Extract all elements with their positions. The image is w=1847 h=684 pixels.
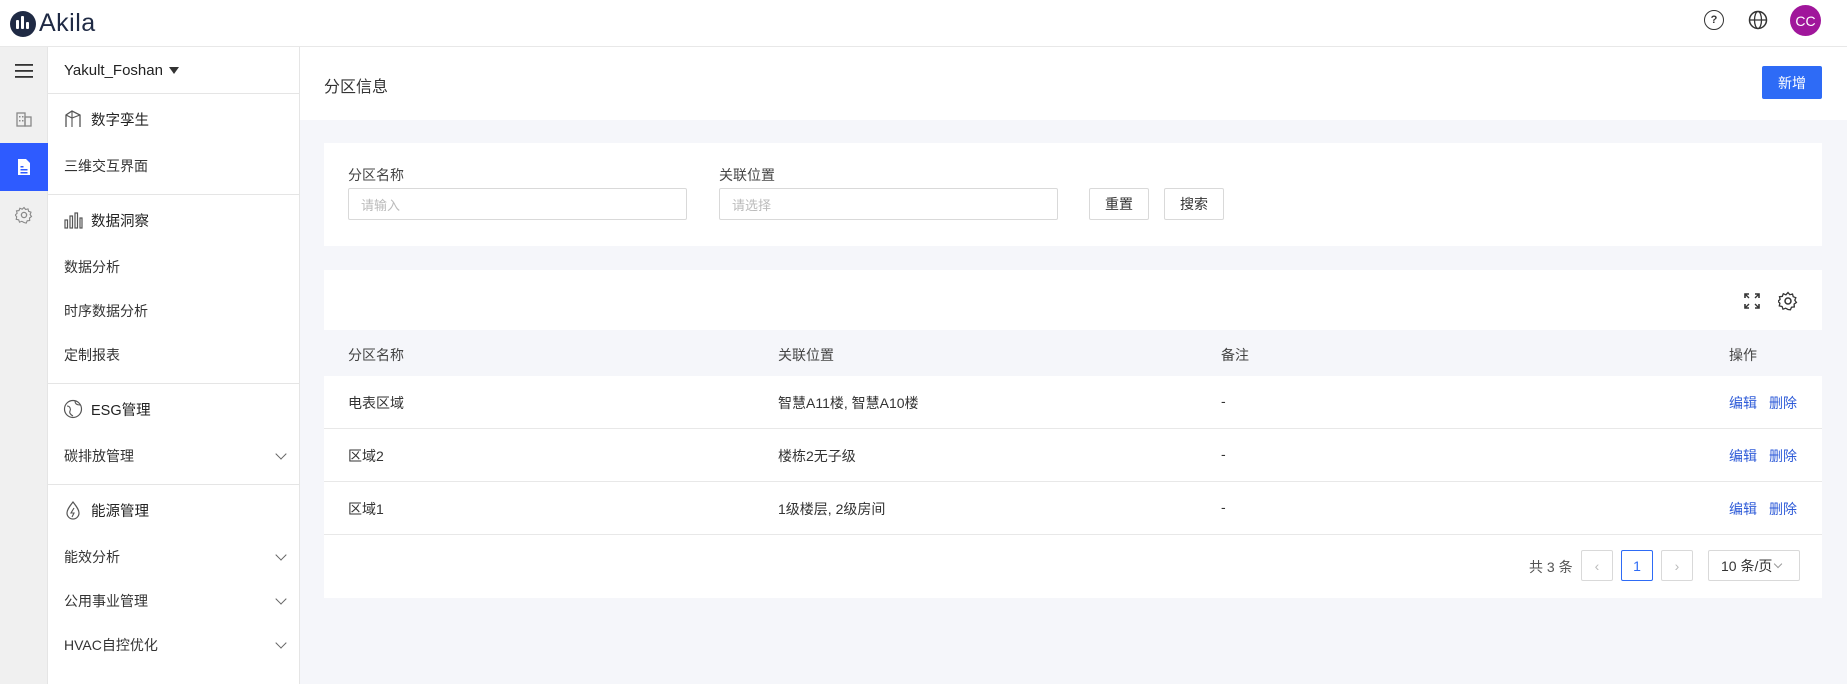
- edit-link[interactable]: 编辑: [1729, 499, 1757, 519]
- location-select[interactable]: 请选择: [719, 188, 1058, 220]
- reset-button[interactable]: 重置: [1089, 188, 1149, 220]
- page-title: 分区信息: [324, 79, 389, 96]
- prev-page-button[interactable]: ‹: [1581, 550, 1613, 581]
- energy-drop-icon: [66, 501, 80, 520]
- brand-name: Akila: [39, 9, 96, 37]
- table-settings-icon[interactable]: [1777, 291, 1798, 314]
- chevron-down-icon: [1774, 559, 1783, 568]
- delete-link[interactable]: 删除: [1769, 499, 1797, 519]
- org-selector[interactable]: Yakult_Foshan: [48, 47, 299, 94]
- zone-name-cell: 区域2: [348, 448, 384, 464]
- add-button[interactable]: 新增: [1762, 66, 1822, 99]
- nav-item-timeseries-analysis[interactable]: 时序数据分析: [48, 289, 299, 333]
- nav-group-data-insight: 数据洞察 数据分析 时序数据分析 定制报表: [48, 195, 299, 384]
- chevron-down-icon: [275, 448, 287, 460]
- zone-name-label: 分区名称: [348, 167, 404, 183]
- chevron-down-icon: [275, 637, 287, 649]
- remark-cell: -: [1221, 499, 1226, 515]
- brand-logo[interactable]: Akila: [10, 9, 96, 38]
- zone-name-cell: 区域1: [348, 501, 384, 517]
- bar-chart-icon: [64, 212, 83, 229]
- org-name: Yakult_Foshan: [64, 61, 163, 79]
- table-panel: 分区名称 关联位置 备注 操作 电表区域 智慧A11楼, 智慧A10楼 - 编辑…: [324, 270, 1822, 598]
- user-avatar[interactable]: CC: [1790, 5, 1821, 36]
- delete-link[interactable]: 删除: [1769, 446, 1797, 466]
- column-header[interactable]: 分区名称: [348, 345, 404, 365]
- gear-icon[interactable]: [0, 191, 48, 239]
- location-cell: 楼栋2无子级: [778, 448, 856, 464]
- page-number-button[interactable]: 1: [1621, 550, 1653, 581]
- nav-group-title: 数字孪生: [48, 94, 299, 144]
- nav-item-carbon-management[interactable]: 碳排放管理: [48, 434, 299, 478]
- nav-group-digital-twin: 数字孪生 三维交互界面: [48, 94, 299, 195]
- caret-down-icon: [168, 66, 179, 74]
- buildings-icon[interactable]: [0, 95, 48, 143]
- nav-item-efficiency-analysis[interactable]: 能效分析: [48, 535, 299, 579]
- nav-item-utility-management[interactable]: 公用事业管理: [48, 579, 299, 623]
- search-button[interactable]: 搜索: [1164, 188, 1224, 220]
- next-page-button[interactable]: ›: [1661, 550, 1693, 581]
- column-header[interactable]: 关联位置: [778, 345, 834, 365]
- nav-item-3d-interface[interactable]: 三维交互界面: [48, 144, 299, 188]
- help-icon[interactable]: ?: [1704, 10, 1724, 30]
- nav-group-title: 能源管理: [48, 485, 299, 535]
- remark-cell: -: [1221, 393, 1226, 409]
- chevron-down-icon: [275, 593, 287, 605]
- location-cell: 智慧A11楼, 智慧A10楼: [778, 395, 919, 411]
- document-icon[interactable]: [0, 143, 48, 191]
- column-header[interactable]: 备注: [1221, 345, 1249, 365]
- nav-group-title: 数据洞察: [48, 195, 299, 245]
- delete-link[interactable]: 删除: [1769, 393, 1797, 413]
- icon-rail: [0, 47, 48, 684]
- fullscreen-icon[interactable]: [1743, 292, 1761, 313]
- page-header: 分区信息 新增: [300, 47, 1847, 120]
- table-row: 电表区域 智慧A11楼, 智慧A10楼 - 编辑 删除: [324, 376, 1822, 429]
- nav-group-esg: ESG管理 碳排放管理: [48, 384, 299, 485]
- edit-link[interactable]: 编辑: [1729, 446, 1757, 466]
- location-cell: 1级楼层, 2级房间: [778, 501, 886, 517]
- nav-item-custom-reports[interactable]: 定制报表: [48, 333, 299, 377]
- menu-toggle-icon[interactable]: [0, 47, 48, 95]
- sidebar: Yakult_Foshan 数字孪生 三维交互界面 数据洞察 数据分析 时序数据…: [48, 47, 300, 684]
- nav-group-title: ESG管理: [48, 384, 299, 434]
- zone-name-input[interactable]: 请输入: [348, 188, 687, 220]
- top-bar: Akila ? CC: [0, 0, 1847, 47]
- table-header: 分区名称 关联位置 备注 操作: [324, 330, 1822, 376]
- edit-link[interactable]: 编辑: [1729, 393, 1757, 413]
- table-row: 区域1 1级楼层, 2级房间 - 编辑 删除: [324, 482, 1822, 535]
- total-count: 共 3 条: [1529, 559, 1573, 575]
- globe-leaf-icon: [63, 399, 83, 419]
- filter-panel: 分区名称 请输入 关联位置 请选择 重置 搜索: [324, 143, 1822, 246]
- chevron-down-icon: [275, 549, 287, 561]
- table-row: 区域2 楼栋2无子级 - 编辑 删除: [324, 429, 1822, 482]
- column-header: 操作: [1729, 347, 1757, 363]
- logo-mark-icon: [10, 10, 36, 37]
- location-label: 关联位置: [719, 167, 775, 183]
- globe-icon[interactable]: [1748, 10, 1768, 33]
- building-model-icon: [65, 110, 81, 127]
- nav-item-hvac-optimization[interactable]: HVAC自控优化: [48, 623, 299, 667]
- remark-cell: -: [1221, 446, 1226, 462]
- nav-group-energy: 能源管理 能效分析 公用事业管理 HVAC自控优化: [48, 485, 299, 673]
- zone-name-cell: 电表区域: [348, 395, 404, 411]
- nav-item-data-analysis[interactable]: 数据分析: [48, 245, 299, 289]
- page-size-select[interactable]: 10 条/页: [1708, 550, 1800, 581]
